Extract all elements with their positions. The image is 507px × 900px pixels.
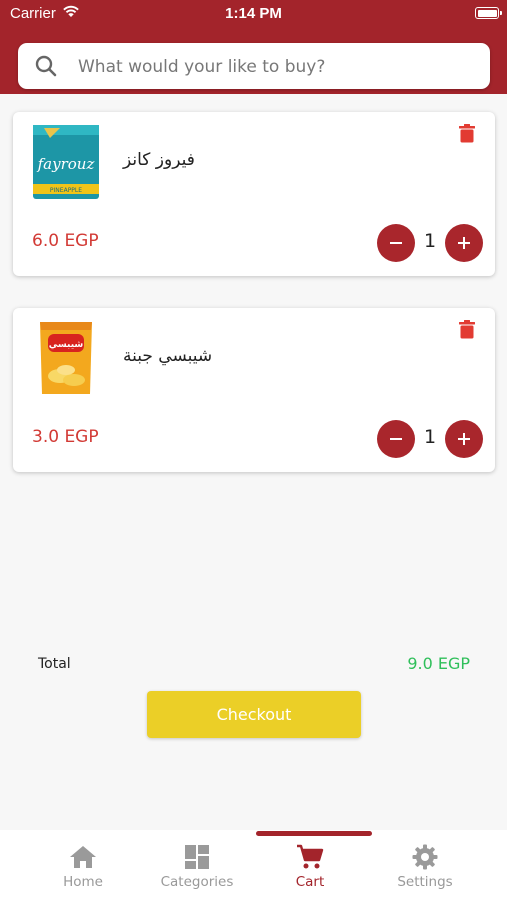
grid-icon [142,844,252,872]
home-icon [28,844,138,872]
product-image-brand-text: fayrouz [37,155,95,173]
checkout-button[interactable]: Checkout [147,691,361,738]
total-value: 9.0 EGP [407,654,470,673]
tab-home-label: Home [63,874,103,890]
search-icon [35,55,57,81]
product-price: 6.0 EGP [32,231,99,251]
minus-icon [390,242,402,244]
total-label: Total [38,656,71,672]
product-name: شيبسي جبنة [123,346,213,366]
tab-cart-label: Cart [295,874,325,890]
cart-item: شيبسي شيبسي جبنة 3.0 EGP 1 [13,308,495,472]
search-bar[interactable] [18,43,490,91]
tab-categories-label: Categories [160,874,234,890]
product-image: fayrouz PINEAPPLE [30,124,102,200]
product-price: 3.0 EGP [32,427,99,447]
active-tab-indicator [256,831,372,836]
status-bar: Carrier 1:14 PM [0,0,507,28]
clock: 1:14 PM [225,5,282,22]
product-image-brand-text: شيبسي [49,340,84,350]
cart-item: fayrouz PINEAPPLE فيروز كانز 6.0 EGP 1 [13,112,495,276]
battery-icon [475,7,502,19]
plus-icon [458,433,470,445]
decrease-quantity-button[interactable] [377,420,415,458]
quantity-value: 1 [423,230,437,252]
tab-settings-label: Settings [397,874,453,890]
tab-categories[interactable]: Categories [142,844,252,890]
increase-quantity-button[interactable] [445,420,483,458]
quantity-value: 1 [423,426,437,448]
plus-icon [458,237,470,249]
header [0,28,507,94]
delete-icon[interactable] [459,124,475,147]
product-name: فيروز كانز [123,150,195,170]
tab-settings[interactable]: Settings [370,844,480,890]
decrease-quantity-button[interactable] [377,224,415,262]
tab-cart[interactable]: Cart [255,844,365,890]
cart-icon [255,844,365,872]
delete-icon[interactable] [459,320,475,343]
product-image: شيبسي [30,320,102,396]
increase-quantity-button[interactable] [445,224,483,262]
product-image-flavor-text: PINEAPPLE [50,187,82,194]
tab-bar: Home Categories Cart Settings [0,830,507,900]
search-input[interactable] [76,43,480,91]
minus-icon [390,438,402,440]
tab-home[interactable]: Home [28,844,138,890]
gear-icon [370,844,480,872]
